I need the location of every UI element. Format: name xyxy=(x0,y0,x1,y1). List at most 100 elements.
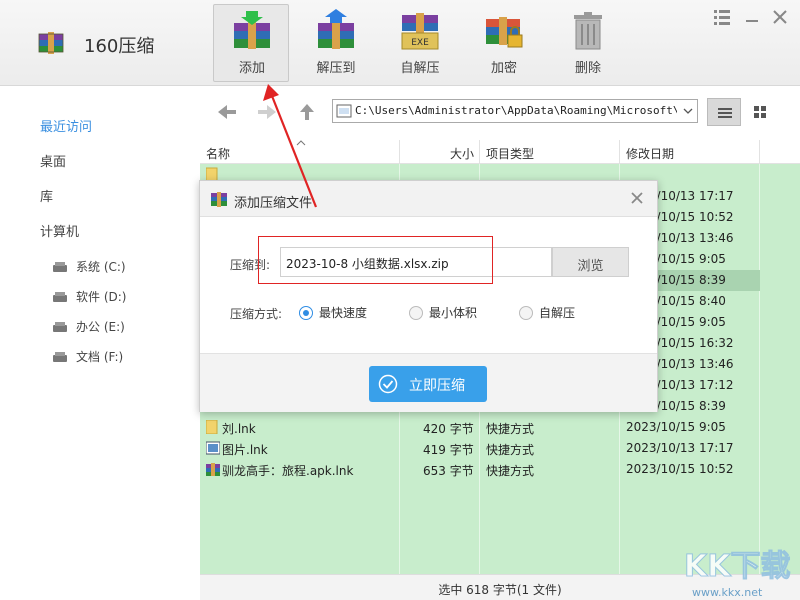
app-title: 160压缩 xyxy=(84,36,155,57)
row-name: 驯龙高手：旅程.apk.lnk xyxy=(222,464,354,478)
add-archive-icon xyxy=(234,11,270,49)
radio-icon-checked xyxy=(299,305,313,320)
app-header: 160压缩 添加 解压到 EXE 自解压 加密 删除 xyxy=(0,0,800,86)
sidebar-item-desktop[interactable]: 桌面 xyxy=(40,151,66,170)
path-input[interactable]: C:\Users\Administrator\AppData\Roaming\M… xyxy=(332,99,698,123)
mode-label: 最快速度 xyxy=(319,306,368,320)
encrypt-button[interactable]: 加密 xyxy=(465,4,541,82)
drive-e[interactable]: 办公 (E:) xyxy=(52,318,125,338)
dialog-body xyxy=(200,217,657,353)
drive-e-label: 办公 (E:) xyxy=(76,320,125,334)
radio-icon xyxy=(519,305,533,320)
drive-icon xyxy=(53,321,67,332)
add-archive-dialog: 添加压缩文件 压缩到: 2023-10-8 小组数据.xlsx.zip 浏览 压… xyxy=(199,180,658,412)
app-logo-icon xyxy=(38,32,64,54)
sidebar-item-computer[interactable]: 计算机 xyxy=(40,221,79,240)
navigation-bar: C:\Users\Administrator\AppData\Roaming\M… xyxy=(200,86,800,140)
self-extract-button[interactable]: EXE 自解压 xyxy=(381,4,457,82)
forward-arrow-icon[interactable] xyxy=(256,102,278,122)
row-name: 刘.lnk xyxy=(222,422,256,436)
delete-button[interactable]: 删除 xyxy=(549,4,625,82)
dialog-archive-icon xyxy=(211,192,227,207)
archive-filename-input[interactable]: 2023-10-8 小组数据.xlsx.zip xyxy=(280,247,552,277)
folder-path-icon xyxy=(336,104,352,118)
dialog-titlebar: 添加压缩文件 xyxy=(200,181,657,217)
add-button-label: 添加 xyxy=(238,61,265,76)
row-size: 653 字节 xyxy=(423,464,474,478)
drive-d[interactable]: 软件 (D:) xyxy=(52,288,126,308)
image-shortcut-icon xyxy=(206,441,220,455)
shortcut-file-icon xyxy=(206,420,218,434)
column-type[interactable]: 项目类型 xyxy=(486,145,534,162)
check-circle-icon xyxy=(378,374,398,394)
row-date: 2023/10/13 17:17 xyxy=(626,441,734,455)
back-arrow-icon[interactable] xyxy=(216,102,238,122)
extract-icon xyxy=(318,9,354,49)
row-date: 2023/10/15 10:52 xyxy=(626,462,734,476)
self-extract-button-label: 自解压 xyxy=(400,61,440,76)
row-type: 快捷方式 xyxy=(486,443,535,457)
svg-text:EXE: EXE xyxy=(411,38,429,48)
folder-icon xyxy=(206,167,218,181)
table-row[interactable]: 刘.lnk 420 字节 快捷方式 2023/10/15 9:05 xyxy=(200,417,760,438)
encrypt-button-label: 加密 xyxy=(490,61,517,76)
column-date[interactable]: 修改日期 xyxy=(626,145,674,162)
watermark-url: www.kkx.net xyxy=(692,586,763,599)
up-arrow-icon[interactable] xyxy=(296,102,318,122)
column-header: 名称 大小 项目类型 修改日期 xyxy=(200,140,800,164)
row-size: 419 字节 xyxy=(423,443,474,457)
sfx-exe-icon: EXE xyxy=(401,13,439,50)
compress-now-label: 立即压缩 xyxy=(409,378,465,394)
list-view-button[interactable] xyxy=(707,98,741,126)
minimize-icon[interactable] xyxy=(742,8,762,26)
drive-icon xyxy=(53,261,67,272)
browse-button[interactable]: 浏览 xyxy=(552,247,629,277)
row-type: 快捷方式 xyxy=(486,422,535,436)
mode-smallest-radio[interactable]: 最小体积 xyxy=(409,304,477,320)
sort-asc-icon xyxy=(296,140,306,146)
row-name: 图片.lnk xyxy=(222,443,268,457)
svg-text:KK下载: KK下载 xyxy=(684,549,791,584)
add-button[interactable]: 添加 xyxy=(213,4,289,82)
compress-to-label: 压缩到: xyxy=(230,258,271,272)
apk-archive-icon xyxy=(206,463,220,476)
row-date: 2023/10/15 9:05 xyxy=(626,420,726,434)
compress-mode-label: 压缩方式: xyxy=(230,307,283,321)
sidebar: 最近访问 桌面 库 计算机 系统 (C:) 软件 (D:) 办公 (E:) 文档… xyxy=(0,86,200,600)
encrypt-lock-icon xyxy=(486,17,523,48)
drive-icon xyxy=(53,351,67,362)
grid-view-icon xyxy=(754,106,766,118)
grid-view-button[interactable] xyxy=(743,98,777,126)
column-size[interactable]: 大小 xyxy=(450,145,474,162)
mode-self-extract-radio[interactable]: 自解压 xyxy=(519,304,575,320)
chevron-down-icon[interactable] xyxy=(683,107,693,115)
mode-fastest-radio[interactable]: 最快速度 xyxy=(299,304,367,320)
compress-now-button[interactable]: 立即压缩 xyxy=(369,366,487,402)
path-text: C:\Users\Administrator\AppData\Roaming\M… xyxy=(355,104,677,117)
close-window-icon[interactable] xyxy=(770,8,790,26)
mode-label: 最小体积 xyxy=(429,306,478,320)
list-view-icon xyxy=(718,108,732,118)
table-row[interactable]: 驯龙高手：旅程.apk.lnk 653 字节 快捷方式 2023/10/15 1… xyxy=(200,459,760,480)
delete-button-label: 删除 xyxy=(574,61,601,76)
drive-f[interactable]: 文档 (F:) xyxy=(52,348,123,368)
dialog-footer: 立即压缩 xyxy=(200,353,657,412)
extract-to-button[interactable]: 解压到 xyxy=(297,4,373,82)
sidebar-item-recent[interactable]: 最近访问 xyxy=(40,116,92,135)
mode-label: 自解压 xyxy=(539,306,576,320)
drive-c-label: 系统 (C:) xyxy=(76,260,126,274)
row-size: 420 字节 xyxy=(423,422,474,436)
drive-icon xyxy=(53,291,67,302)
column-name[interactable]: 名称 xyxy=(206,145,230,162)
drive-d-label: 软件 (D:) xyxy=(76,290,127,304)
close-icon[interactable] xyxy=(628,189,646,207)
drive-c[interactable]: 系统 (C:) xyxy=(52,258,126,278)
row-type: 快捷方式 xyxy=(486,464,535,478)
drive-f-label: 文档 (F:) xyxy=(76,350,124,364)
sidebar-item-library[interactable]: 库 xyxy=(40,186,53,205)
table-row[interactable]: 图片.lnk 419 字节 快捷方式 2023/10/13 17:17 xyxy=(200,438,760,459)
extract-to-button-label: 解压到 xyxy=(316,61,356,76)
menu-list-icon[interactable] xyxy=(712,8,732,26)
radio-icon xyxy=(409,305,423,320)
dialog-title: 添加压缩文件 xyxy=(234,196,313,211)
